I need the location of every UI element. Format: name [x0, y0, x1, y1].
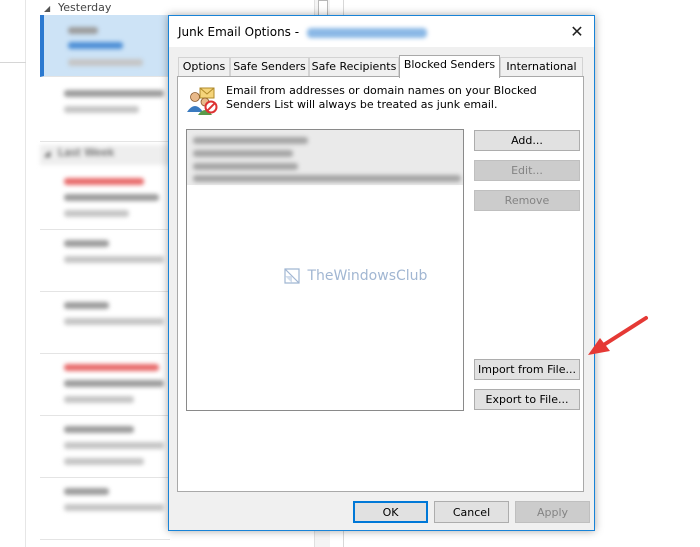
close-button[interactable]: ✕	[560, 16, 594, 47]
folder-pane-strip	[0, 0, 26, 547]
import-from-file-button[interactable]: Import from File...	[474, 359, 580, 380]
add-button[interactable]: Add...	[474, 130, 580, 151]
mail-item[interactable]	[40, 356, 170, 416]
export-to-file-button[interactable]: Export to File...	[474, 389, 580, 410]
collapse-triangle-icon[interactable]: ◢	[44, 149, 50, 158]
collapse-triangle-icon[interactable]: ◢	[44, 4, 50, 13]
junk-email-options-dialog: Junk Email Options - ✕ Options Safe Send…	[168, 15, 595, 531]
annotation-arrow-icon	[588, 316, 648, 355]
tab-safe-recipients[interactable]: Safe Recipients	[309, 57, 399, 77]
remove-button[interactable]: Remove	[474, 190, 580, 211]
close-icon: ✕	[570, 22, 584, 41]
cancel-button[interactable]: Cancel	[434, 501, 509, 523]
tab-safe-senders[interactable]: Safe Senders	[230, 57, 309, 77]
account-name-redacted	[306, 27, 427, 38]
list-item[interactable]	[193, 150, 293, 157]
watermark-logo-icon	[284, 268, 300, 284]
mail-item[interactable]	[40, 294, 170, 354]
blocked-senders-list[interactable]: TheWindowsClub	[186, 129, 464, 411]
tab-blocked-senders[interactable]: Blocked Senders	[399, 55, 500, 78]
list-item[interactable]	[193, 137, 308, 144]
list-item[interactable]	[193, 163, 298, 170]
group-header-label: Yesterday	[58, 1, 112, 14]
watermark-text: TheWindowsClub	[307, 268, 428, 284]
blocked-senders-panel: Email from addresses or domain names on …	[177, 76, 584, 492]
blocked-senders-icon	[187, 87, 218, 115]
mail-item-selected[interactable]	[40, 15, 170, 77]
folder-pane-divider	[0, 62, 26, 63]
mail-item[interactable]	[40, 82, 170, 142]
list-item[interactable]	[193, 175, 461, 182]
tab-options[interactable]: Options	[178, 57, 230, 77]
watermark: TheWindowsClub	[283, 267, 427, 285]
ok-button[interactable]: OK	[353, 501, 428, 523]
mail-item[interactable]	[40, 232, 170, 292]
group-header-label: Last Week	[58, 146, 115, 159]
apply-button[interactable]: Apply	[515, 501, 590, 523]
dialog-titlebar[interactable]: Junk Email Options - ✕	[169, 16, 594, 47]
dialog-title: Junk Email Options -	[178, 25, 427, 39]
blocked-senders-description: Email from addresses or domain names on …	[226, 84, 537, 111]
tab-international[interactable]: International	[500, 57, 583, 77]
edit-button[interactable]: Edit...	[474, 160, 580, 181]
mail-item[interactable]	[40, 170, 170, 230]
dialog-title-text: Junk Email Options -	[178, 25, 303, 39]
mail-item[interactable]	[40, 480, 170, 540]
mail-item[interactable]	[40, 418, 170, 478]
